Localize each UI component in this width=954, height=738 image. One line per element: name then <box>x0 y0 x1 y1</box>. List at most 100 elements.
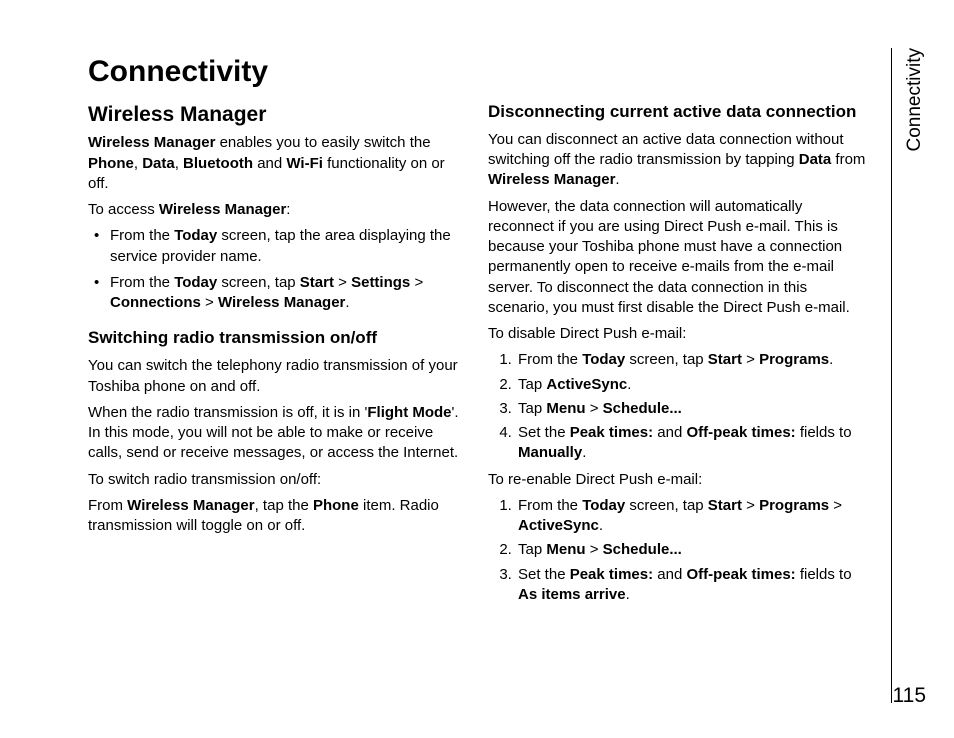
text: Wi-Fi <box>286 155 323 172</box>
right-column: Disconnecting current active data connec… <box>488 101 868 611</box>
text: > <box>410 274 423 291</box>
text: > <box>586 541 603 558</box>
text: Phone <box>313 497 359 514</box>
heading-disconnecting: Disconnecting current active data connec… <box>488 101 868 124</box>
text: Start <box>300 274 334 291</box>
intro-paragraph: Wireless Manager enables you to easily s… <box>88 133 468 194</box>
text: ActiveSync <box>546 376 627 393</box>
text: Peak times: <box>570 566 653 583</box>
text: From the <box>110 274 174 291</box>
text: : <box>286 201 290 218</box>
text: Set the <box>518 424 570 441</box>
text: . <box>599 517 603 534</box>
text: , <box>134 155 142 172</box>
text: Wireless Manager <box>88 134 215 151</box>
paragraph: To re-enable Direct Push e-mail: <box>488 470 868 490</box>
text: fields to <box>796 566 852 583</box>
text: Tap <box>518 400 546 417</box>
text: . <box>627 376 631 393</box>
list-item: From the Today screen, tap Start > Progr… <box>516 350 868 370</box>
text: > <box>334 274 351 291</box>
access-paragraph: To access Wireless Manager: <box>88 200 468 220</box>
text: From the <box>518 497 582 514</box>
text: Today <box>582 497 625 514</box>
text: and <box>653 424 686 441</box>
text: Phone <box>88 155 134 172</box>
text: Wireless Manager <box>218 294 345 311</box>
side-tab-label: Connectivity <box>904 48 926 152</box>
text: and <box>653 566 686 583</box>
text: and <box>253 155 286 172</box>
text: You can disconnect an active data connec… <box>488 131 844 168</box>
text: Data <box>799 151 832 168</box>
text: fields to <box>796 424 852 441</box>
text: , tap the <box>255 497 313 514</box>
heading-switching-radio: Switching radio transmission on/off <box>88 327 468 350</box>
heading-wireless-manager: Wireless Manager <box>88 101 468 129</box>
list-item: Tap Menu > Schedule... <box>516 399 868 419</box>
text: As items arrive <box>518 586 626 603</box>
list-item: Set the Peak times: and Off-peak times: … <box>516 565 868 606</box>
text: Today <box>174 227 217 244</box>
text: Schedule... <box>603 541 682 558</box>
text: screen, tap <box>625 497 708 514</box>
margin-rule <box>891 48 892 703</box>
text: Schedule... <box>603 400 682 417</box>
list-item: From the Today screen, tap Start > Setti… <box>94 273 468 314</box>
text: screen, tap <box>625 351 708 368</box>
paragraph: However, the data connection will automa… <box>488 197 868 319</box>
list-item: Tap ActiveSync. <box>516 375 868 395</box>
text: . <box>345 294 349 311</box>
text: Peak times: <box>570 424 653 441</box>
text: > <box>742 497 759 514</box>
text: When the radio transmission is off, it i… <box>88 404 367 421</box>
text: enables you to easily switch the <box>215 134 430 151</box>
disable-steps: From the Today screen, tap Start > Progr… <box>488 350 868 463</box>
text: From the <box>518 351 582 368</box>
columns: Wireless Manager Wireless Manager enable… <box>88 101 868 611</box>
text: Today <box>582 351 625 368</box>
text: Menu <box>546 541 585 558</box>
text: Connections <box>110 294 201 311</box>
text: Set the <box>518 566 570 583</box>
paragraph: When the radio transmission is off, it i… <box>88 403 468 464</box>
text: From <box>88 497 127 514</box>
list-item: From the Today screen, tap the area disp… <box>94 226 468 267</box>
text: Tap <box>518 376 546 393</box>
text: , <box>175 155 183 172</box>
text: . <box>626 586 630 603</box>
list-item: Set the Peak times: and Off-peak times: … <box>516 423 868 464</box>
paragraph: From Wireless Manager, tap the Phone ite… <box>88 496 468 537</box>
text: from <box>831 151 865 168</box>
text: > <box>586 400 603 417</box>
text: Wireless Manager <box>488 171 615 188</box>
text: screen, tap <box>217 274 300 291</box>
content-area: Connectivity Wireless Manager Wireless M… <box>88 55 868 705</box>
paragraph: You can switch the telephony radio trans… <box>88 356 468 397</box>
text: Settings <box>351 274 410 291</box>
text: > <box>201 294 218 311</box>
reenable-steps: From the Today screen, tap Start > Progr… <box>488 496 868 605</box>
left-column: Wireless Manager Wireless Manager enable… <box>88 101 468 611</box>
text: Programs <box>759 497 829 514</box>
text: Manually <box>518 444 582 461</box>
text: Wireless Manager <box>127 497 254 514</box>
text: Tap <box>518 541 546 558</box>
text: Flight Mode <box>367 404 451 421</box>
text: Programs <box>759 351 829 368</box>
list-item: From the Today screen, tap Start > Progr… <box>516 496 868 537</box>
text: . <box>582 444 586 461</box>
text: Wireless Manager <box>159 201 286 218</box>
list-item: Tap Menu > Schedule... <box>516 540 868 560</box>
text: Today <box>174 274 217 291</box>
text: ActiveSync <box>518 517 599 534</box>
text: From the <box>110 227 174 244</box>
page-title: Connectivity <box>88 55 868 89</box>
text: . <box>615 171 619 188</box>
text: Start <box>708 497 742 514</box>
text: To access <box>88 201 159 218</box>
access-bullets: From the Today screen, tap the area disp… <box>88 226 468 313</box>
text: Off-peak times: <box>686 566 795 583</box>
text: > <box>742 351 759 368</box>
text: > <box>829 497 842 514</box>
